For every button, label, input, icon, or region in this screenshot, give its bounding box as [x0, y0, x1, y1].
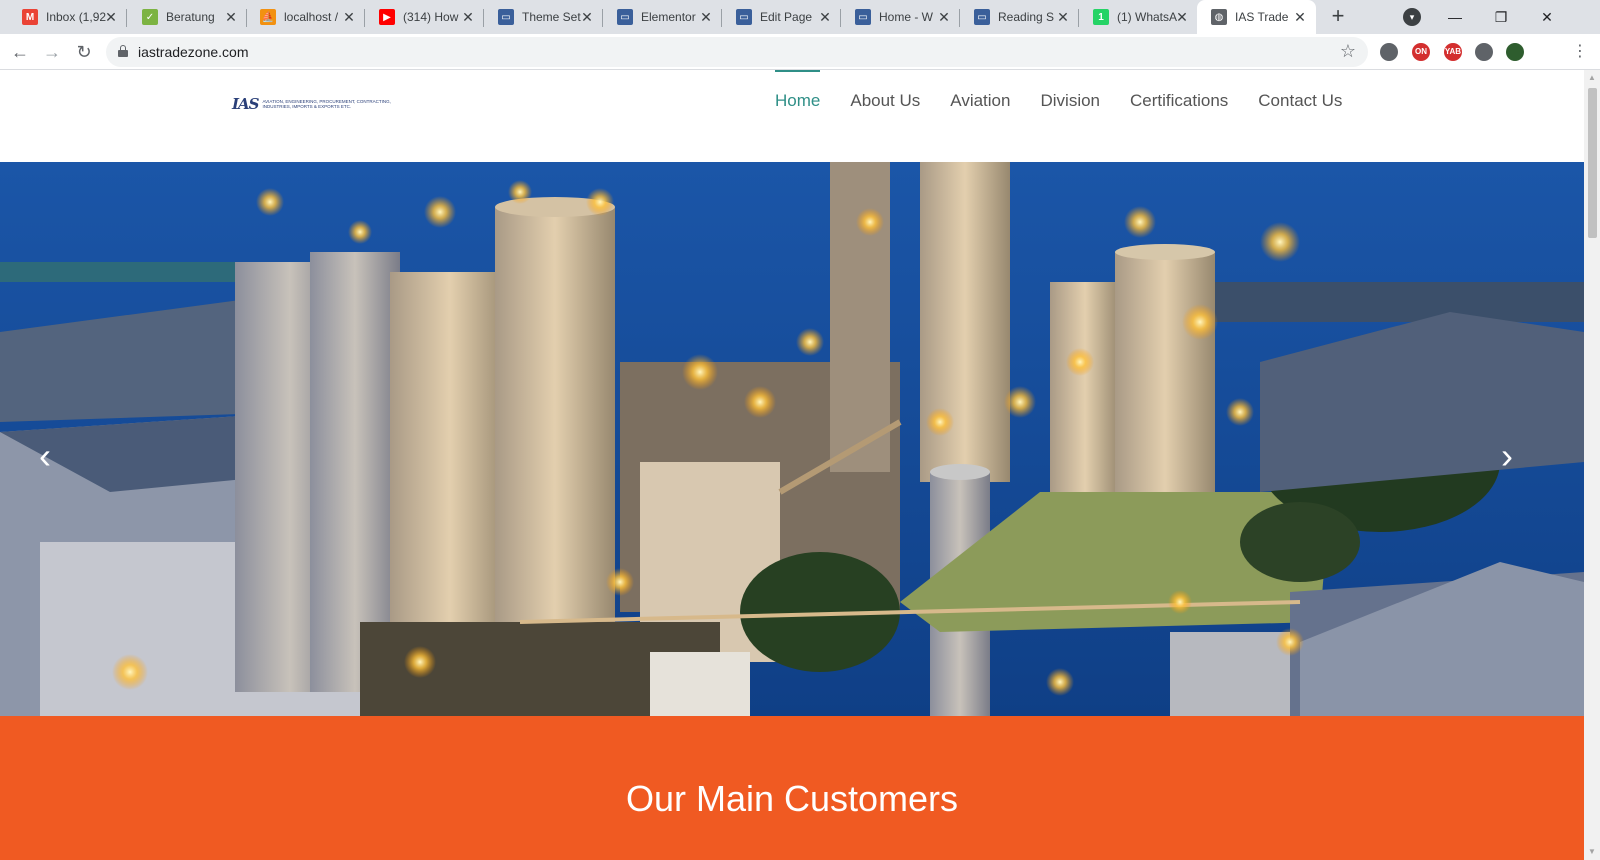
- scrollbar-thumb[interactable]: [1588, 88, 1597, 238]
- bookmark-star-icon[interactable]: ☆: [1340, 41, 1356, 62]
- browser-tab-title: localhost /: [284, 10, 339, 24]
- browser-tab[interactable]: ✓ Beratung ✕: [128, 0, 247, 34]
- main-customers-heading: Our Main Customers: [625, 778, 959, 819]
- lock-icon[interactable]: [118, 45, 128, 57]
- laptop-icon: ▭: [855, 9, 871, 25]
- browser-tab[interactable]: ▭ Edit Page ✕: [722, 0, 841, 34]
- browser-tab[interactable]: ▭ Reading S ✕: [960, 0, 1079, 34]
- laptop-icon: ▭: [974, 9, 990, 25]
- browser-tab[interactable]: ▭ Elementor ✕: [603, 0, 722, 34]
- browser-tab-title: Edit Page: [760, 10, 813, 24]
- browser-tab-title: Elementor: [641, 10, 696, 24]
- browser-toolbar: ← → ↻ iastradezone.com ☆ ON YAB ⋮: [0, 34, 1600, 70]
- youtube-icon: ▶: [379, 9, 395, 25]
- slider-prev-arrow[interactable]: ‹: [30, 434, 60, 478]
- browser-tab-title: Home - W: [879, 10, 933, 24]
- laptop-icon: ▭: [617, 9, 633, 25]
- scroll-down-arrow-icon[interactable]: ▼: [1587, 847, 1597, 857]
- nav-link-division[interactable]: Division: [1025, 70, 1115, 162]
- puzzle-extension-icon[interactable]: [1475, 43, 1493, 61]
- zotero-extension-icon[interactable]: ON: [1412, 43, 1430, 61]
- nav-link-certifications[interactable]: Certifications: [1115, 70, 1243, 162]
- whatsapp-icon: 1: [1093, 9, 1109, 25]
- nav-link-contact-us[interactable]: Contact Us: [1243, 70, 1357, 162]
- nav-link-home[interactable]: Home: [760, 70, 835, 162]
- main-navigation: Home About Us Aviation Division Certificatio…: [760, 70, 1357, 162]
- cloud-extension-icon[interactable]: [1380, 43, 1398, 61]
- yab-extension-icon[interactable]: YAB: [1444, 43, 1462, 61]
- browser-menu-icon[interactable]: ⋮: [1568, 40, 1592, 64]
- close-window-button[interactable]: ✕: [1524, 0, 1570, 34]
- close-tab-icon[interactable]: ✕: [579, 9, 595, 25]
- close-tab-icon[interactable]: ✕: [1055, 9, 1071, 25]
- browser-tab-title: Theme Set: [522, 10, 581, 24]
- gmail-icon: M: [22, 9, 38, 25]
- nav-link-about-us[interactable]: About Us: [835, 70, 935, 162]
- close-tab-icon[interactable]: ✕: [341, 9, 357, 25]
- browser-tab-title: Reading S: [998, 10, 1055, 24]
- tab-separator: [126, 9, 127, 27]
- logo-tagline: AVIATION, ENGINEERING, PROCUREMENT, CONT…: [262, 99, 391, 109]
- globe-icon: ◍: [1211, 9, 1227, 25]
- close-tab-icon[interactable]: ✕: [1174, 9, 1190, 25]
- browser-tab-title: Inbox (1,92: [46, 10, 106, 24]
- close-tab-icon[interactable]: ✕: [698, 9, 714, 25]
- back-button[interactable]: ←: [8, 40, 32, 64]
- browser-tab[interactable]: ◍ IAS Trade ✕: [1197, 0, 1316, 34]
- browser-tab[interactable]: 1 (1) WhatsA ✕: [1079, 0, 1198, 34]
- main-customers-section: Our Main Customers: [0, 716, 1584, 860]
- close-tab-icon[interactable]: ✕: [223, 9, 239, 25]
- browser-tab[interactable]: ▭ Theme Set ✕: [484, 0, 603, 34]
- browser-tab[interactable]: ▭ Home - W ✕: [841, 0, 960, 34]
- logo-mark: IAS: [232, 95, 259, 113]
- minimize-window-button[interactable]: —: [1432, 0, 1478, 34]
- laptop-icon: ▭: [736, 9, 752, 25]
- restore-window-button[interactable]: ❐: [1478, 0, 1524, 34]
- close-tab-icon[interactable]: ✕: [1292, 9, 1308, 25]
- close-tab-icon[interactable]: ✕: [460, 9, 476, 25]
- scroll-up-arrow-icon[interactable]: ▲: [1587, 73, 1597, 83]
- browser-tab[interactable]: M Inbox (1,92 ✕: [8, 0, 127, 34]
- close-tab-icon[interactable]: ✕: [936, 9, 952, 25]
- browser-tab-title: (314) How: [403, 10, 459, 24]
- phpmyadmin-icon: ⛵: [260, 9, 276, 25]
- hero-slider: ‹ ›: [0, 162, 1584, 716]
- url-text[interactable]: iastradezone.com: [138, 44, 249, 60]
- reload-button[interactable]: ↻: [72, 40, 96, 64]
- address-bar[interactable]: iastradezone.com ☆: [106, 37, 1368, 67]
- browser-tab-title: Beratung: [166, 10, 215, 24]
- profile-avatar-icon[interactable]: [1506, 43, 1524, 61]
- browser-tab[interactable]: ▶ (314) How ✕: [365, 0, 484, 34]
- page-viewport: IAS AVIATION, ENGINEERING, PROCUREMENT, …: [0, 70, 1584, 860]
- browser-tab-title: IAS Trade: [1235, 10, 1289, 24]
- forward-button[interactable]: →: [40, 40, 64, 64]
- browser-tab[interactable]: ⛵ localhost / ✕: [246, 0, 365, 34]
- page-scrollbar[interactable]: ▲ ▼: [1584, 70, 1600, 860]
- hero-industrial-plant-image: [0, 162, 1584, 716]
- close-tab-icon[interactable]: ✕: [103, 9, 119, 25]
- nav-link-aviation[interactable]: Aviation: [935, 70, 1025, 162]
- close-tab-icon[interactable]: ✕: [817, 9, 833, 25]
- new-tab-button[interactable]: +: [1326, 5, 1350, 29]
- browser-tab-strip: + ▾ — ❐ ✕ M Inbox (1,92 ✕ ✓ Beratung ✕ ⛵ localh…: [0, 0, 1600, 34]
- laptop-icon: ▭: [498, 9, 514, 25]
- slider-next-arrow[interactable]: ›: [1492, 434, 1522, 478]
- site-logo[interactable]: IAS AVIATION, ENGINEERING, PROCUREMENT, …: [232, 95, 403, 113]
- site-header: IAS AVIATION, ENGINEERING, PROCUREMENT, …: [0, 70, 1584, 162]
- tab-search-icon[interactable]: ▾: [1403, 8, 1421, 26]
- leaf-icon: ✓: [142, 9, 158, 25]
- browser-tab-title: (1) WhatsA: [1117, 10, 1177, 24]
